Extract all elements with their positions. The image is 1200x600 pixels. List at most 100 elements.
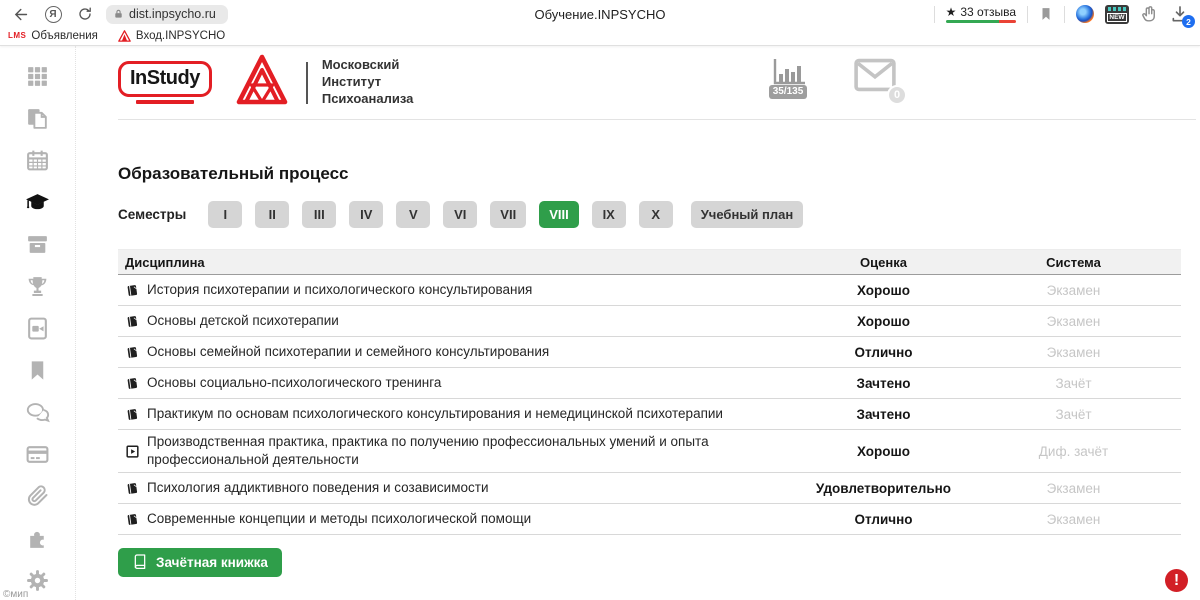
alert-notification-icon[interactable]: ! <box>1165 569 1188 592</box>
discipline-cell: Практикум по основам психологического ко… <box>118 405 801 423</box>
grade-cell: Отлично <box>801 512 966 527</box>
calendar-icon[interactable] <box>24 147 51 173</box>
semesters-label: Семестры <box>118 207 186 222</box>
downloads-badge: 2 <box>1182 15 1195 28</box>
reviews-rating-bar <box>946 20 1016 23</box>
play-icon <box>125 444 140 459</box>
grade-cell: Хорошо <box>801 444 966 459</box>
payment-card-icon[interactable] <box>24 441 51 467</box>
semester-button-x[interactable]: X <box>639 201 673 228</box>
semester-button-viii[interactable]: VIII <box>539 201 579 228</box>
instudy-logo-stand <box>136 100 194 104</box>
table-row[interactable]: Основы социально-психологического тренин… <box>118 368 1181 399</box>
downloads-icon[interactable]: 2 <box>1170 4 1190 24</box>
instudy-logo[interactable]: InStudy <box>118 61 212 104</box>
semester-button-ix[interactable]: IX <box>592 201 626 228</box>
messages-button[interactable]: 0 <box>852 57 898 98</box>
chat-icon[interactable] <box>24 399 51 425</box>
book-icon <box>125 345 140 360</box>
bookmark-flag-icon[interactable] <box>1039 6 1053 22</box>
book-icon <box>125 314 140 329</box>
gradebook-button[interactable]: Зачётная книжка <box>118 548 282 577</box>
divider <box>934 6 935 23</box>
discipline-cell: Психология аддиктивного поведения и соза… <box>118 479 801 497</box>
lms-favicon: LMS <box>8 31 26 40</box>
mip-favicon <box>118 30 131 42</box>
discipline-cell: Основы социально-психологического тренин… <box>118 374 801 392</box>
bookmark-label: Вход.INPSYCHO <box>136 30 225 42</box>
book-icon <box>125 407 140 422</box>
graduation-cap-icon[interactable] <box>24 189 51 215</box>
system-cell: Экзамен <box>966 481 1181 496</box>
video-file-icon[interactable] <box>24 315 51 341</box>
progress-stats[interactable]: 35/135 <box>768 57 808 99</box>
site-header: InStudy Московский Институт Психоанализа… <box>118 46 1196 120</box>
semester-button-vi[interactable]: VI <box>443 201 477 228</box>
stats-badge: 35/135 <box>769 85 808 99</box>
browser-toolbar: Я dist.inpsycho.ru Обучение.INPSYCHO ★ 3… <box>0 0 1200 28</box>
extension-new-icon[interactable]: NEW <box>1105 5 1129 24</box>
system-cell: Экзамен <box>966 512 1181 527</box>
table-header: Дисциплина Оценка Система <box>118 250 1181 275</box>
table-row[interactable]: Производственная практика, практика по п… <box>118 430 1181 473</box>
table-row[interactable]: История психотерапии и психологического … <box>118 275 1181 306</box>
system-cell: Экзамен <box>966 283 1181 298</box>
grade-cell: Хорошо <box>801 314 966 329</box>
browser-profile-icon[interactable]: Я <box>42 3 64 25</box>
semester-button-iv[interactable]: IV <box>349 201 383 228</box>
grade-cell: Зачтено <box>801 407 966 422</box>
semester-selector: Семестры IIIIIIIVVVIVIIVIIIIXX Учебный п… <box>118 201 1200 228</box>
archive-icon[interactable] <box>24 231 51 257</box>
curriculum-plan-button[interactable]: Учебный план <box>691 201 803 228</box>
bar-chart-icon <box>768 57 808 87</box>
grade-cell: Хорошо <box>801 283 966 298</box>
table-row[interactable]: Практикум по основам психологического ко… <box>118 399 1181 430</box>
bookmark-icon[interactable] <box>24 357 51 383</box>
puzzle-icon[interactable] <box>24 525 51 551</box>
course-table-body: История психотерапии и психологического … <box>118 275 1181 535</box>
bookmark-entry[interactable]: Вход.INPSYCHO <box>118 30 225 42</box>
semester-button-i[interactable]: I <box>208 201 242 228</box>
table-row[interactable]: Основы семейной психотерапии и семейного… <box>118 337 1181 368</box>
semester-buttons: IIIIIIIVVVIVIIVIIIIXX <box>208 201 685 228</box>
gradebook-book-icon <box>132 554 148 570</box>
semester-button-v[interactable]: V <box>396 201 430 228</box>
course-table: Дисциплина Оценка Система История психот… <box>118 249 1181 535</box>
discipline-cell: История психотерапии и психологического … <box>118 281 801 299</box>
table-row[interactable]: Психология аддиктивного поведения и соза… <box>118 473 1181 504</box>
paperclip-icon[interactable] <box>24 483 51 509</box>
system-cell: Экзамен <box>966 345 1181 360</box>
bookmark-lms[interactable]: LMS Объявления <box>8 30 98 42</box>
table-row[interactable]: Современные концепции и методы психологи… <box>118 504 1181 535</box>
table-row[interactable]: Основы детской психотерапииХорошоЭкзамен <box>118 306 1181 337</box>
toolbar-extensions: ★ 33 отзыва NEW 2 <box>934 4 1190 24</box>
address-bar[interactable]: dist.inpsycho.ru <box>106 5 228 24</box>
mip-triangle-logo[interactable] <box>234 54 290 111</box>
browser-chrome: Я dist.inpsycho.ru Обучение.INPSYCHO ★ 3… <box>0 0 1200 46</box>
refresh-button[interactable] <box>74 3 96 25</box>
marquee-dots <box>1108 7 1126 11</box>
main-content: InStudy Московский Институт Психоанализа… <box>76 46 1200 600</box>
semester-button-vii[interactable]: VII <box>490 201 526 228</box>
book-icon <box>125 376 140 391</box>
gradebook-button-label: Зачётная книжка <box>156 555 268 570</box>
reviews-count: 33 отзыва <box>960 5 1016 19</box>
documents-icon[interactable] <box>24 105 51 131</box>
dashboard-grid-icon[interactable] <box>24 63 51 89</box>
glove-extension-icon[interactable] <box>1140 5 1159 24</box>
back-button[interactable] <box>10 3 32 25</box>
semester-button-ii[interactable]: II <box>255 201 289 228</box>
grade-cell: Отлично <box>801 345 966 360</box>
semester-button-iii[interactable]: III <box>302 201 336 228</box>
page-title: Образовательный процесс <box>118 164 1200 184</box>
trophy-icon[interactable] <box>24 273 51 299</box>
discipline-cell: Основы детской психотерапии <box>118 312 801 330</box>
lock-icon <box>113 8 124 20</box>
system-cell: Зачёт <box>966 376 1181 391</box>
system-cell: Диф. зачёт <box>966 444 1181 459</box>
extension-browser-icon[interactable] <box>1076 5 1094 23</box>
app-window: ©мип InStudy Московский Институт Психоан… <box>0 46 1200 600</box>
system-cell: Экзамен <box>966 314 1181 329</box>
instudy-logo-text: InStudy <box>118 61 212 97</box>
reviews-widget[interactable]: ★ 33 отзыва <box>946 5 1016 23</box>
